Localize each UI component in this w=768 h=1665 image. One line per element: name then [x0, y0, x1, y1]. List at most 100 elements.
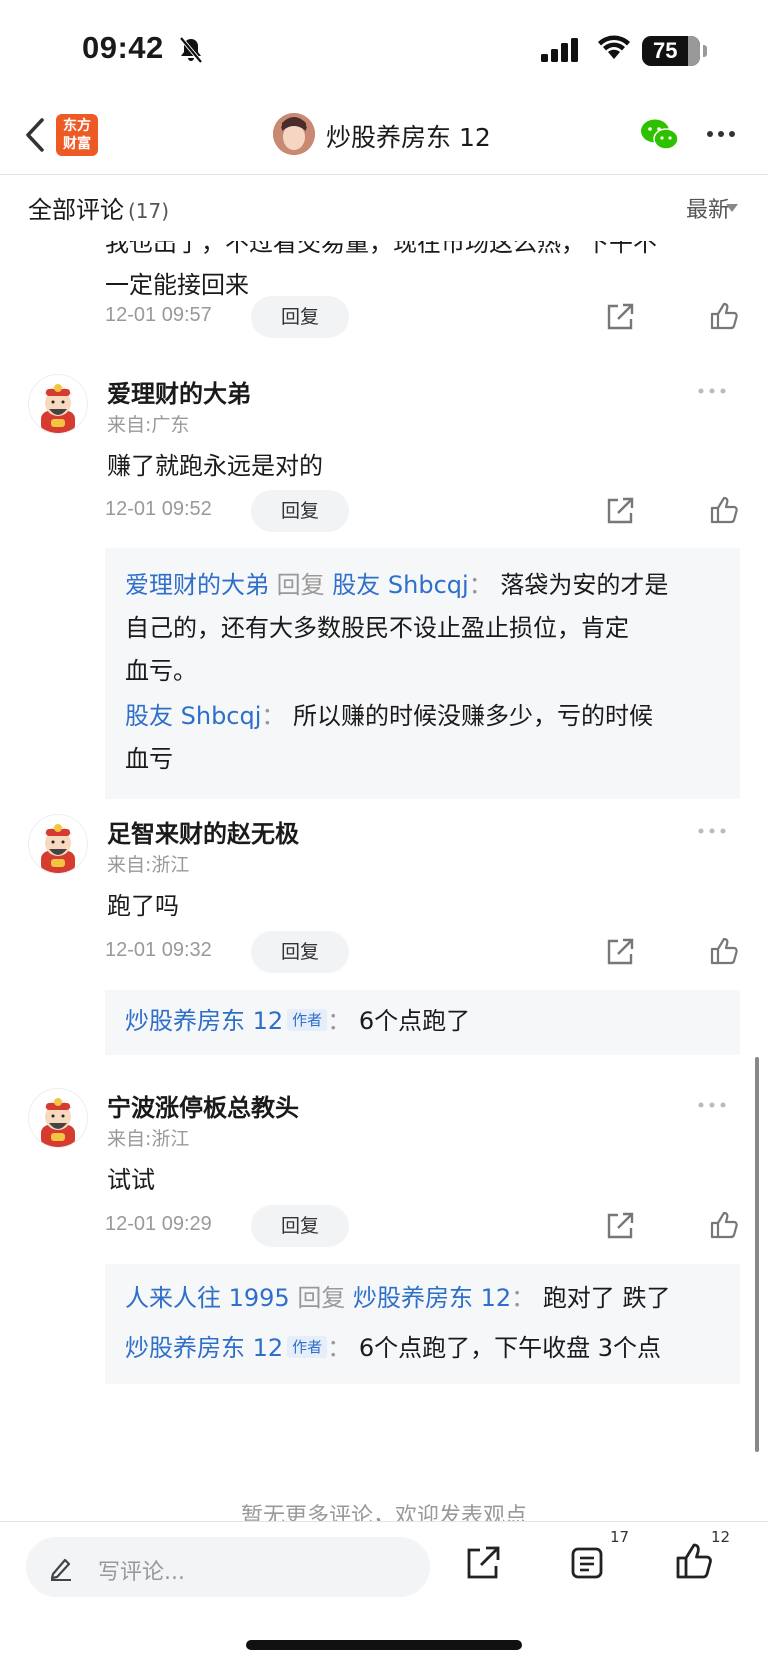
- comment-author[interactable]: 宁波涨停板总教头: [107, 1088, 299, 1123]
- fortune-god-avatar-icon: [41, 824, 75, 873]
- chevron-down-icon[interactable]: [726, 204, 738, 212]
- reply-item: 炒股养房东 12 作者： 6个点跑了: [125, 1000, 720, 1043]
- reply-separator: ：: [511, 1284, 536, 1312]
- comment-text: 试试: [107, 1166, 155, 1194]
- author-avatar[interactable]: [273, 113, 315, 155]
- signal-icon: [541, 38, 578, 62]
- no-more-comments: 暂无更多评论，欢迎发表观点: [240, 1504, 527, 1521]
- reply-author[interactable]: 炒股养房东 12: [125, 1334, 283, 1362]
- comment-date: 12-01 09:32: [105, 939, 212, 961]
- battery-level: 75: [653, 38, 678, 63]
- reply-item: 爱理财的大弟 回复 股友 Shbcqj： 落袋为安的才是 自己的，还有大多数股民…: [125, 564, 720, 693]
- thumbs-up-icon[interactable]: [709, 301, 739, 331]
- comment-location: 来自:浙江: [107, 1128, 190, 1150]
- reply-item: 人来人往 1995 回复 炒股养房东 12： 跑对了 跌了: [125, 1274, 720, 1322]
- reply-button[interactable]: 回复: [251, 296, 349, 338]
- reply-button[interactable]: 回复: [251, 490, 349, 532]
- comment-meta: 12-01 09:32 回复: [105, 931, 745, 973]
- comment-author[interactable]: 爱理财的大弟: [107, 374, 251, 409]
- share-icon[interactable]: [605, 496, 635, 526]
- reply-thread: 炒股养房东 12 作者： 6个点跑了: [105, 990, 740, 1055]
- page-title: 炒股养房东 12: [326, 123, 491, 152]
- more-icon[interactable]: [706, 130, 736, 138]
- reply-author[interactable]: 股友 Shbcqj: [125, 702, 261, 730]
- comment-list[interactable]: 我也出了，不过看交易量，现在市场这么热，下午不 一定能接回来 12-01 09:…: [0, 236, 768, 1521]
- user-avatar[interactable]: [28, 374, 88, 434]
- comments-count: (17): [128, 199, 170, 223]
- sort-dropdown[interactable]: 最新: [686, 192, 730, 224]
- scrollbar[interactable]: [755, 1057, 759, 1452]
- author-badge: 作者: [287, 1336, 328, 1358]
- comment-date: 12-01 09:29: [105, 1213, 212, 1235]
- comment-author[interactable]: 足智来财的赵无极: [107, 814, 299, 849]
- comment-meta: 12-01 09:29 回复: [105, 1205, 745, 1247]
- fortune-god-avatar-icon: [41, 384, 75, 433]
- reply-text: 所以赚的时候没赚多少，亏的时候: [293, 702, 654, 730]
- comment-text: 赚了就跑永远是对的: [107, 452, 323, 480]
- share-icon[interactable]: [605, 302, 635, 332]
- comment-input-placeholder: 写评论...: [98, 1560, 185, 1585]
- status-bar: 09:42 75: [0, 0, 768, 100]
- user-avatar[interactable]: [28, 1088, 88, 1148]
- author-badge: 作者: [287, 1009, 328, 1031]
- comment-meta: 12-01 09:52 回复: [105, 490, 745, 532]
- reply-separator: ：: [261, 702, 286, 730]
- reply-text: 6个点跑了: [358, 1007, 471, 1035]
- reply-separator: ：: [468, 571, 493, 599]
- comment-text: 跑了吗: [107, 892, 179, 920]
- thumbs-up-icon[interactable]: [675, 1542, 713, 1580]
- thumbs-up-icon[interactable]: [709, 1210, 739, 1240]
- pencil-icon: [50, 1558, 71, 1581]
- reply-target[interactable]: 股友 Shbcqj: [332, 571, 468, 599]
- reply-word: 回复: [297, 1284, 346, 1312]
- bell-muted-icon: [179, 36, 203, 64]
- comment-date: 12-01 09:57: [105, 304, 212, 326]
- reply-target[interactable]: 炒股养房东 12: [353, 1284, 511, 1312]
- reply-text: 自己的，还有大多数股民不设止盈止损位，肯定: [125, 614, 629, 642]
- nav-bar: 东方 财富 炒股养房东 12: [0, 100, 768, 175]
- reply-button[interactable]: 回复: [251, 1205, 349, 1247]
- comment-date: 12-01 09:52: [105, 498, 212, 520]
- comment-meta: 12-01 09:57 回复: [105, 296, 745, 338]
- comment-location: 来自:浙江: [107, 854, 190, 876]
- more-options-icon[interactable]: [698, 388, 726, 394]
- reply-separator: ：: [327, 1334, 352, 1362]
- share-icon[interactable]: [605, 1211, 635, 1241]
- reply-text: 落袋为安的才是: [500, 571, 669, 599]
- fortune-god-avatar-icon: [41, 1098, 75, 1147]
- app-logo[interactable]: 东方 财富: [56, 114, 98, 156]
- bottom-action-bar: 写评论... 17 12: [0, 1521, 768, 1665]
- comments-title: 全部评论 (17): [28, 190, 169, 225]
- user-avatar[interactable]: [28, 814, 88, 874]
- reply-author[interactable]: 爱理财的大弟: [125, 571, 269, 599]
- more-options-icon[interactable]: [698, 828, 726, 834]
- reply-author[interactable]: 炒股养房东 12: [125, 1007, 283, 1035]
- wechat-icon[interactable]: [640, 118, 680, 152]
- reply-button[interactable]: 回复: [251, 931, 349, 973]
- reply-author[interactable]: 人来人往 1995: [125, 1284, 290, 1312]
- share-icon[interactable]: [465, 1545, 501, 1581]
- comment-count-badge: 17: [610, 1528, 630, 1546]
- reply-word: 回复: [276, 571, 325, 599]
- comment-input[interactable]: 写评论...: [26, 1537, 430, 1597]
- reply-separator: ：: [327, 1007, 352, 1035]
- battery-indicator: 75: [642, 36, 707, 66]
- reply-text: 6个点跑了，下午收盘 3个点: [358, 1334, 661, 1362]
- reply-text: 血亏: [125, 745, 173, 773]
- wifi-icon: [598, 35, 630, 59]
- comments-label: 全部评论: [28, 196, 124, 224]
- back-icon[interactable]: [24, 117, 46, 153]
- comments-header: 全部评论 (17) 最新: [0, 176, 768, 241]
- reply-item: 炒股养房东 12 作者： 6个点跑了，下午收盘 3个点: [125, 1324, 720, 1372]
- home-indicator[interactable]: [246, 1640, 522, 1650]
- reply-text: 跑对了 跌了: [542, 1284, 671, 1312]
- thumbs-up-icon[interactable]: [709, 936, 739, 966]
- more-options-icon[interactable]: [698, 1102, 726, 1108]
- comment-list-icon[interactable]: [570, 1546, 604, 1580]
- reply-item: 股友 Shbcqj： 所以赚的时候没赚多少，亏的时候 血亏: [125, 695, 720, 781]
- thumbs-up-icon[interactable]: [709, 495, 739, 525]
- like-count-badge: 12: [711, 1528, 731, 1546]
- status-time: 09:42: [82, 30, 164, 65]
- logo-text-line1: 东方: [63, 118, 91, 134]
- share-icon[interactable]: [605, 937, 635, 967]
